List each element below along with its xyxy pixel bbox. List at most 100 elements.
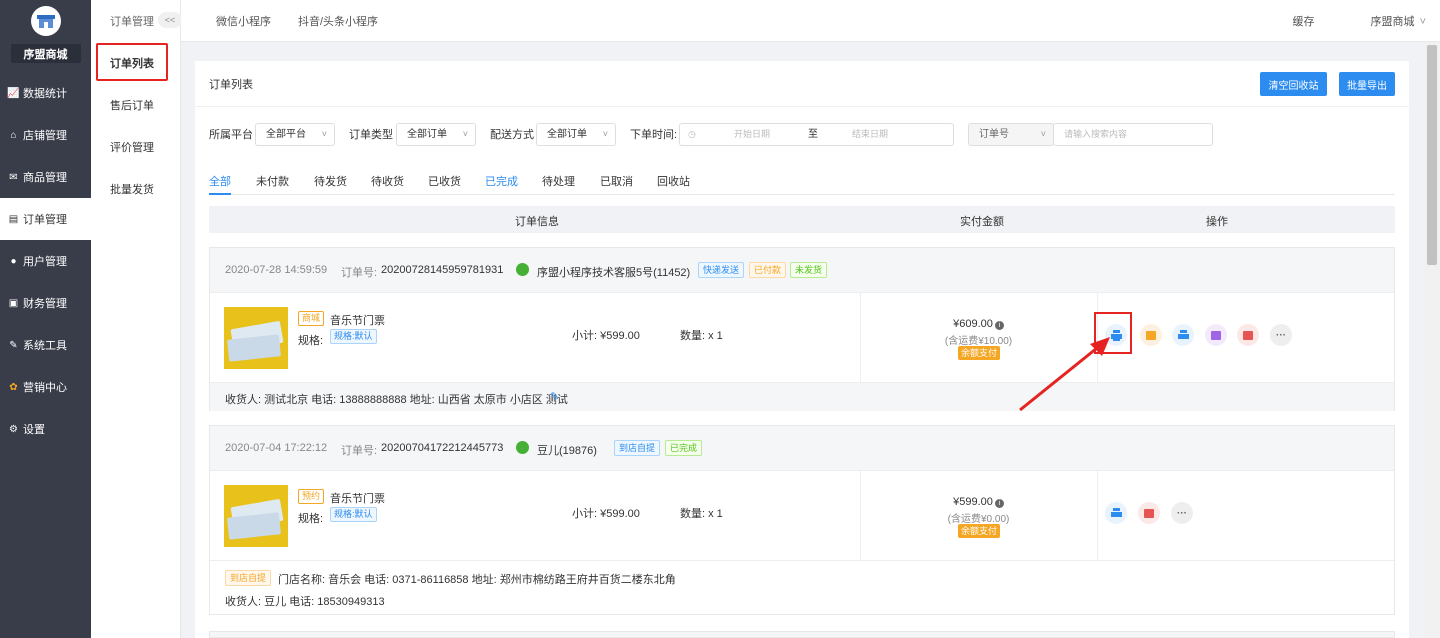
ship-icon[interactable] xyxy=(1140,324,1162,346)
table-header: 订单信息 实付金额 操作 xyxy=(209,206,1395,233)
invoice-icon[interactable] xyxy=(1205,324,1227,346)
print-icon[interactable] xyxy=(1105,502,1127,524)
status-badge: 已完成 xyxy=(665,440,703,456)
page-title: 订单列表 xyxy=(209,78,253,91)
nav-item-stats[interactable]: 📈 数据统计 xyxy=(0,72,91,114)
platform-label: 所属平台 xyxy=(209,129,253,141)
goods-icon: ✉ xyxy=(9,171,18,183)
search-type-value: 订单号 xyxy=(979,129,1009,140)
platform-select[interactable]: 全部平台 ˅ xyxy=(255,123,335,146)
status-badge: 未发货 xyxy=(790,262,828,278)
user-menu[interactable]: 序盟商城 ˅ xyxy=(1343,13,1427,29)
chevron-down-icon: ˅ xyxy=(321,129,327,139)
order-no: 20200704172212445773 xyxy=(381,442,504,454)
clear-recycle-button[interactable]: 清空回收站 xyxy=(1260,72,1327,96)
platform-value: 全部平台 xyxy=(266,129,306,140)
subnav-item-reviews[interactable]: 评价管理 xyxy=(91,126,180,168)
receiver-info: 收货人: 豆儿 电话: 18530949313 xyxy=(225,596,385,608)
tab-pending[interactable]: 待处理 xyxy=(542,173,575,195)
spec-label: 规格: xyxy=(298,513,324,525)
tab-wechat-miniprogram[interactable]: 微信小程序 xyxy=(216,13,271,29)
status-tabs: 全部 未付款 待发货 待收货 已收货 已完成 待处理 已取消 回收站 xyxy=(209,173,1395,195)
info-icon[interactable]: i xyxy=(994,321,1004,330)
batch-export-button[interactable]: 批量导出 xyxy=(1339,72,1395,96)
order-type-select[interactable]: 全部订单 ˅ xyxy=(396,123,476,146)
chart-icon: 📈 xyxy=(7,87,20,99)
date-separator: 至 xyxy=(808,129,818,140)
chevron-down-icon: ˅ xyxy=(462,129,468,139)
order-card: 2020-07-04 17:22:12 订单号: 202007041722124… xyxy=(209,425,1395,615)
message-icon[interactable] xyxy=(1237,324,1259,346)
goods-type-badge: 商城 xyxy=(298,311,325,326)
goods-name: 音乐节门票 xyxy=(330,315,385,327)
nav-item-shop[interactable]: ⌂ 店铺管理 xyxy=(0,114,91,156)
order-body: 预约 音乐节门票 规格: 规格:默认 小计: ¥599.00 数量: x 1 ¥… xyxy=(210,471,1394,561)
nav-label: 商品管理 xyxy=(23,172,67,184)
nav-item-users[interactable]: ● 用户管理 xyxy=(0,240,91,282)
tab-to-receive[interactable]: 待收货 xyxy=(371,173,404,195)
logo-area: 序盟商城 xyxy=(0,0,91,70)
tab-to-ship[interactable]: 待发货 xyxy=(314,173,347,195)
cache-link[interactable]: 缓存 xyxy=(1293,13,1315,29)
delivery-select[interactable]: 全部订单 ˅ xyxy=(536,123,616,146)
main-sidebar: 序盟商城 📈 数据统计 ⌂ 店铺管理 ✉ 商品管理 ▤ 订单管理 ● 用户管理 ▣ 财务管理… xyxy=(0,0,91,638)
nav-label: 系统工具 xyxy=(23,340,67,352)
paid-amount: ¥599.00 i xyxy=(860,496,1097,508)
tab-received[interactable]: 已收货 xyxy=(428,173,461,195)
chevron-down-icon: ˅ xyxy=(1419,16,1426,28)
order-time: 2020-07-04 17:22:12 xyxy=(225,442,328,454)
store-logo-icon xyxy=(30,6,61,36)
order-no: 20200728145959781931 xyxy=(381,264,504,276)
quantity: 数量: x 1 xyxy=(680,508,723,520)
status-badge: 已付款 xyxy=(749,262,787,278)
clock-icon: ◷ xyxy=(688,129,696,139)
more-icon[interactable]: ··· xyxy=(1270,324,1292,346)
search-type-select[interactable]: 订单号 ˅ xyxy=(968,123,1054,146)
gear-icon: ⚙ xyxy=(9,423,18,435)
wrench-icon: ✎ xyxy=(9,339,18,351)
end-date-placeholder: 结束日期 xyxy=(852,129,889,139)
subnav-item-order-list[interactable]: 订单列表 xyxy=(91,42,180,84)
more-icon[interactable]: ··· xyxy=(1171,502,1193,524)
order-footer: 到店自提 门店名称: 音乐会 电话: 0371-86116858 地址: 郑州市… xyxy=(210,561,1394,614)
order-time: 2020-07-28 14:59:59 xyxy=(225,264,328,276)
scrollbar-thumb[interactable] xyxy=(1427,45,1437,265)
marketing-icon: ✿ xyxy=(9,381,18,393)
pay-method-badge: 余额支付 xyxy=(958,524,1001,538)
message-icon[interactable] xyxy=(1138,502,1160,524)
page-scrollbar[interactable] xyxy=(1424,42,1440,638)
spec-label: 规格: xyxy=(298,335,324,347)
collapse-button[interactable]: << xyxy=(158,12,182,28)
subnav-item-batch-ship[interactable]: 批量发货 xyxy=(91,168,180,210)
nav-label: 营销中心 xyxy=(23,382,67,394)
receiver-info: 收货人: 测试北京 电话: 13888888888 地址: 山西省 太原市 小店… xyxy=(225,394,568,406)
subtotal: 小计: ¥599.00 xyxy=(572,508,640,520)
date-range-picker[interactable]: ◷ 开始日期 至 结束日期 xyxy=(679,123,954,146)
nav-item-tools[interactable]: ✎ 系统工具 xyxy=(0,324,91,366)
tab-cancelled[interactable]: 已取消 xyxy=(600,173,633,195)
status-badge: 到店自提 xyxy=(614,440,661,456)
print-icon[interactable] xyxy=(1172,324,1194,346)
nav-item-goods[interactable]: ✉ 商品管理 xyxy=(0,156,91,198)
order-body: 商城 音乐节门票 规格: 规格:默认 小计: ¥599.00 数量: x 1 ¥… xyxy=(210,293,1394,383)
nav-item-orders[interactable]: ▤ 订单管理 xyxy=(0,198,91,240)
nav-item-settings[interactable]: ⚙ 设置 xyxy=(0,408,91,450)
tab-unpaid[interactable]: 未付款 xyxy=(256,173,289,195)
search-input[interactable]: 请输入搜索内容 xyxy=(1053,123,1213,146)
tab-douyin-miniprogram[interactable]: 抖音/头条小程序 xyxy=(298,13,378,29)
subnav-item-after-sale[interactable]: 售后订单 xyxy=(91,84,180,126)
info-icon[interactable]: i xyxy=(994,499,1004,508)
order-header: 2020-07-28 14:59:59 订单号: 202007281459597… xyxy=(210,248,1394,293)
goods-thumbnail[interactable] xyxy=(224,485,288,547)
edit-icon[interactable]: ✎ xyxy=(550,390,559,403)
nav-label: 店铺管理 xyxy=(23,130,67,142)
tab-recycle[interactable]: 回收站 xyxy=(657,173,690,195)
goods-thumbnail[interactable] xyxy=(224,307,288,369)
tab-completed[interactable]: 已完成 xyxy=(485,173,518,195)
nav-item-finance[interactable]: ▣ 财务管理 xyxy=(0,282,91,324)
tab-all[interactable]: 全部 xyxy=(209,173,231,195)
chevron-down-icon: ˅ xyxy=(602,129,608,139)
status-badge: 快递发送 xyxy=(698,262,745,278)
order-time-label: 下单时间: xyxy=(630,129,678,141)
nav-item-marketing[interactable]: ✿ 营销中心 xyxy=(0,366,91,408)
